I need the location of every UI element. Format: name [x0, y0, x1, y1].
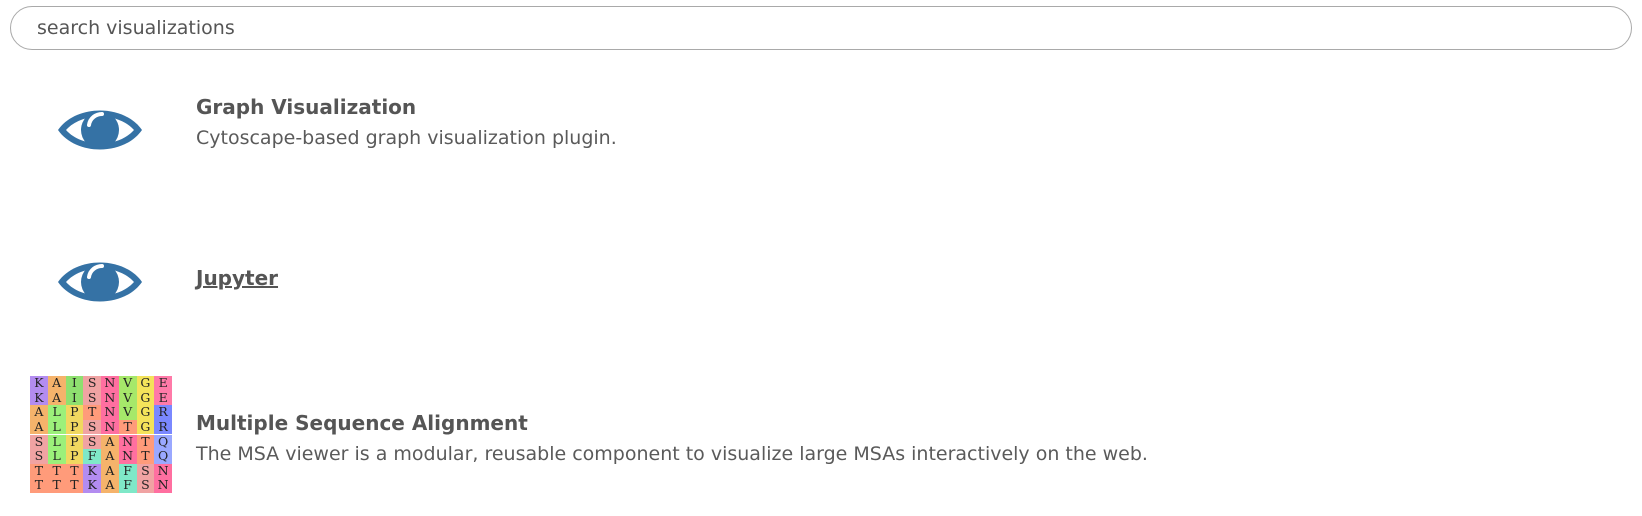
visualization-text: Multiple Sequence Alignment The MSA view…: [196, 410, 1148, 467]
msa-residue: V: [118, 390, 137, 406]
msa-residue: T: [47, 463, 66, 479]
msa-residue: Q: [154, 449, 172, 464]
search-input[interactable]: [10, 6, 1632, 50]
visualization-title[interactable]: Graph Visualization: [196, 94, 617, 120]
msa-residue: N: [101, 405, 119, 420]
msa-residue: A: [47, 376, 66, 391]
msa-residue: P: [65, 449, 84, 464]
msa-residue: P: [65, 434, 84, 450]
msa-residue: V: [118, 405, 137, 420]
msa-residue: E: [154, 390, 172, 406]
visualization-text: Jupyter: [196, 265, 278, 291]
msa-residue: L: [47, 449, 66, 464]
visualization-text: Graph Visualization Cytoscape-based grap…: [196, 94, 617, 151]
msa-residue: L: [47, 434, 66, 450]
visualization-item-jupyter[interactable]: Jupyter: [0, 244, 1642, 324]
msa-residue: T: [47, 478, 66, 493]
msa-residue: L: [47, 419, 66, 435]
msa-residue: G: [136, 376, 155, 391]
msa-residue: V: [118, 376, 137, 391]
msa-residue: F: [118, 478, 137, 493]
msa-residue: N: [101, 419, 119, 435]
msa-residue: P: [65, 419, 84, 435]
msa-residue: N: [118, 449, 137, 464]
visualization-description: The MSA viewer is a modular, reusable co…: [196, 443, 1148, 465]
msa-residue: S: [83, 419, 101, 435]
visualization-description: Cytoscape-based graph visualization plug…: [196, 127, 617, 149]
msa-residue: K: [83, 463, 101, 479]
msa-residue: S: [30, 434, 48, 450]
msa-residue: N: [154, 463, 172, 479]
msa-residue: T: [136, 449, 155, 464]
msa-residue: N: [101, 390, 119, 406]
visualization-item-graph[interactable]: Graph Visualization Cytoscape-based grap…: [0, 90, 1642, 180]
msa-residue: A: [101, 449, 119, 464]
msa-residue: T: [30, 478, 48, 493]
msa-residue: G: [136, 390, 155, 406]
msa-residue: S: [83, 434, 101, 450]
msa-residue: K: [30, 376, 48, 391]
msa-alignment-thumbnail: KAISNVGEKAISNVGEALPTNVGRALPSNTGRSLPSANTQ…: [30, 376, 172, 493]
msa-residue: F: [118, 463, 137, 479]
msa-residue: S: [83, 390, 101, 406]
msa-residue: I: [65, 390, 84, 406]
msa-residue: F: [83, 449, 101, 464]
msa-residue: P: [65, 405, 84, 420]
visualization-title[interactable]: Multiple Sequence Alignment: [196, 410, 1148, 436]
visualization-item-msa[interactable]: KAISNVGEKAISNVGEALPTNVGRALPSNTGRSLPSANTQ…: [0, 376, 1642, 496]
msa-residue: I: [65, 376, 84, 391]
msa-residue: K: [83, 478, 101, 493]
msa-residue: S: [136, 463, 155, 479]
msa-residue: A: [101, 463, 119, 479]
msa-residue: T: [136, 434, 155, 450]
msa-residue: A: [47, 390, 66, 406]
msa-residue: A: [101, 478, 119, 493]
msa-residue: K: [30, 390, 48, 406]
eye-icon: [58, 262, 142, 302]
msa-residue: Q: [154, 434, 172, 450]
msa-residue: S: [30, 449, 48, 464]
msa-residue: T: [65, 478, 84, 493]
eye-icon: [58, 110, 142, 150]
msa-residue: T: [83, 405, 101, 420]
msa-residue: T: [118, 419, 137, 435]
msa-residue: S: [136, 478, 155, 493]
msa-residue: T: [65, 463, 84, 479]
msa-residue: A: [101, 434, 119, 450]
search-bar: [10, 6, 1632, 50]
msa-residue: G: [136, 419, 155, 435]
msa-residue: S: [83, 376, 101, 391]
msa-residue: T: [30, 463, 48, 479]
msa-residue: R: [154, 405, 172, 420]
msa-residue: R: [154, 419, 172, 435]
msa-residue: A: [30, 405, 48, 420]
msa-residue: E: [154, 376, 172, 391]
jupyter-link[interactable]: Jupyter: [196, 265, 278, 291]
msa-residue: N: [101, 376, 119, 391]
msa-residue: N: [154, 478, 172, 493]
msa-residue: G: [136, 405, 155, 420]
msa-residue: A: [30, 419, 48, 435]
msa-residue: L: [47, 405, 66, 420]
msa-residue: N: [118, 434, 137, 450]
